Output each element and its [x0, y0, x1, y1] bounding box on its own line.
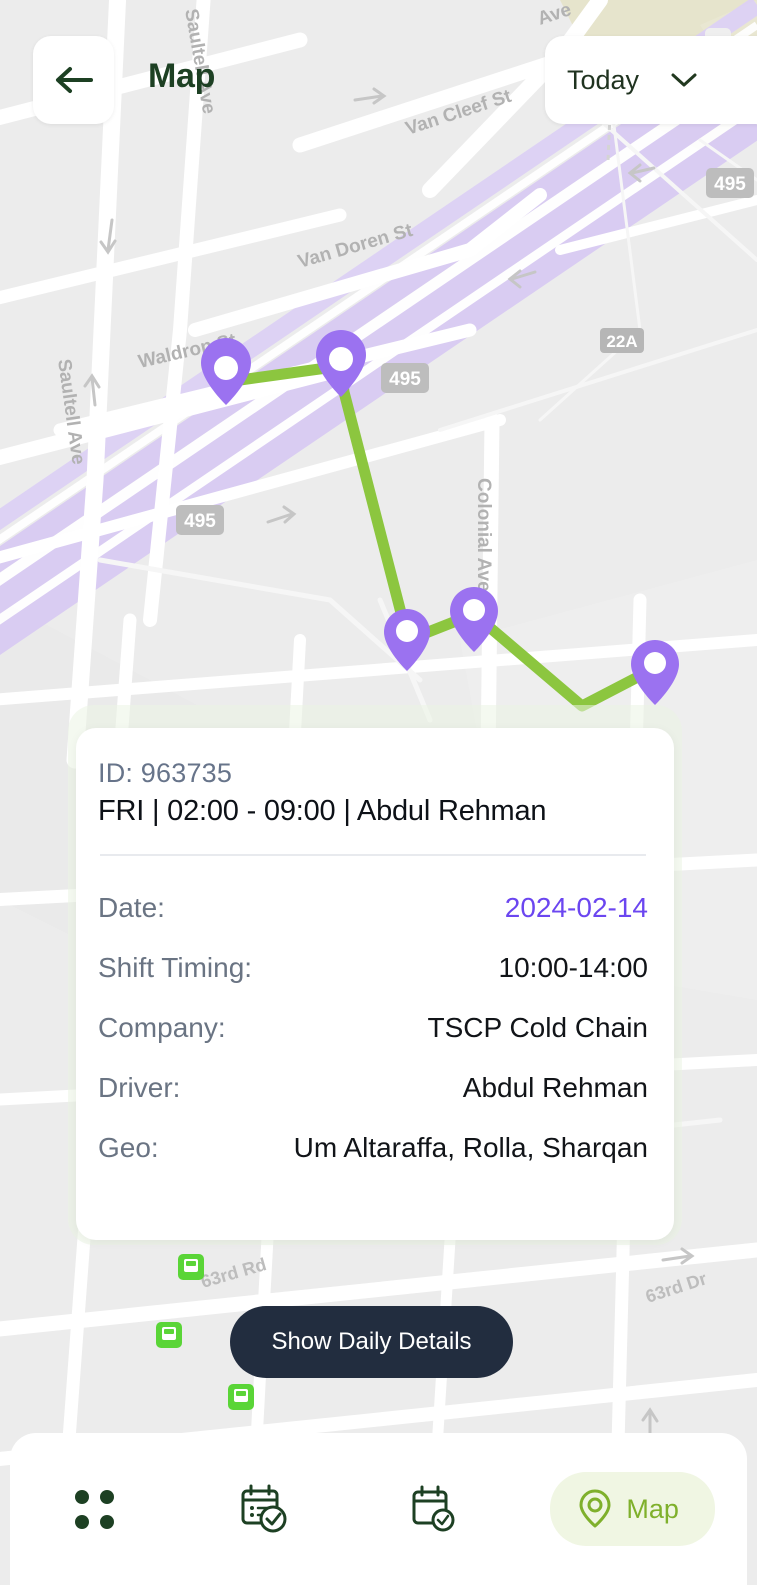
svg-text:Colonial Ave: Colonial Ave	[473, 478, 494, 592]
svg-text:22A: 22A	[606, 332, 637, 351]
nav-pill-map[interactable]: Map	[550, 1472, 715, 1546]
period-selector-label: Today	[567, 64, 640, 95]
card-divider	[100, 854, 646, 856]
row-value-geo: Um Altaraffa, Rolla, Sharqan	[293, 1132, 648, 1163]
svg-text:495: 495	[389, 369, 421, 390]
location-pin-icon	[579, 1489, 611, 1528]
shift-summary: FRI | 02:00 - 09:00 | Abdul Rehman	[98, 795, 547, 827]
row-label-shift-timing: Shift Timing:	[98, 952, 253, 983]
arrow-left-icon	[55, 67, 93, 93]
back-button[interactable]	[33, 36, 114, 124]
page-title: Map	[148, 57, 216, 95]
svg-text:495: 495	[714, 174, 746, 195]
nav-item-map-label: Map	[626, 1493, 679, 1524]
table-row: Company: TSCP Cold Chain	[98, 998, 648, 1058]
bottom-navigation: Map	[10, 1433, 747, 1585]
nav-item-calendar[interactable]	[349, 1433, 518, 1585]
row-label-company: Company:	[98, 1012, 226, 1043]
svg-text:495: 495	[184, 511, 216, 532]
calendar-check-list-icon	[241, 1484, 287, 1533]
row-label-driver: Driver:	[98, 1072, 181, 1103]
nav-item-dashboard[interactable]	[10, 1433, 179, 1585]
row-label-date: Date:	[98, 892, 165, 923]
row-value-company: TSCP Cold Chain	[427, 1012, 648, 1043]
row-value-shift-timing: 10:00-14:00	[498, 952, 648, 983]
grid-dots-icon	[75, 1489, 115, 1529]
header-bar: Map Today	[0, 0, 757, 140]
row-value-driver: Abdul Rehman	[462, 1072, 648, 1103]
row-label-geo: Geo:	[98, 1132, 159, 1163]
row-value-date: 2024-02-14	[504, 892, 648, 923]
table-row: Driver: Abdul Rehman	[98, 1058, 648, 1118]
table-row: Shift Timing: 10:00-14:00	[98, 938, 648, 998]
shift-id: ID: 963735	[98, 758, 233, 788]
detail-rows: Date: 2024-02-14 Shift Timing: 10:00-14:…	[98, 878, 648, 1178]
chevron-down-icon	[671, 73, 697, 87]
show-daily-details-button[interactable]: Show Daily Details	[230, 1306, 513, 1378]
shift-detail-card: ID: 963735 FRI | 02:00 - 09:00 | Abdul R…	[76, 728, 674, 1240]
table-row: Date: 2024-02-14	[98, 878, 648, 938]
calendar-check-icon	[412, 1485, 455, 1532]
nav-item-map[interactable]: Map	[518, 1433, 747, 1585]
period-selector[interactable]: Today	[545, 36, 757, 124]
map-screen: .rd { stroke:#ffffff; fill:none; stroke-…	[0, 0, 757, 1585]
table-row: Geo: Um Altaraffa, Rolla, Sharqan	[98, 1118, 648, 1178]
nav-item-schedule-list[interactable]	[179, 1433, 348, 1585]
